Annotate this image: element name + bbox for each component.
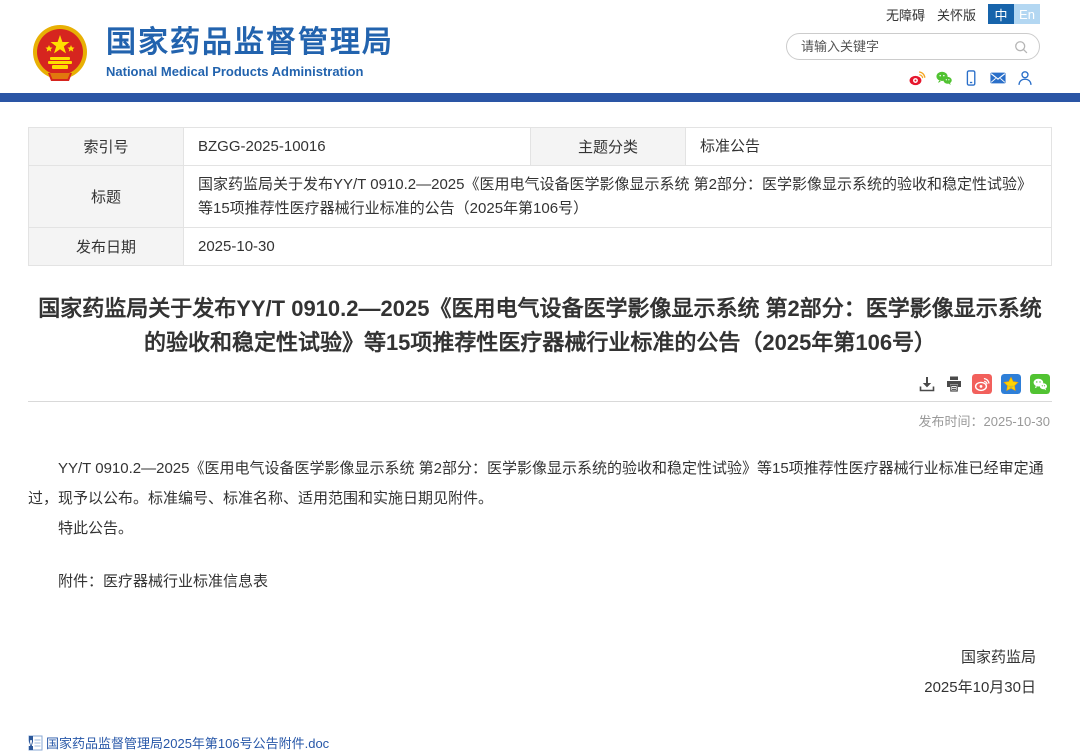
main-content: 索引号 BZGG-2025-10016 主题分类 标准公告 标题 国家药监局关于… (28, 127, 1052, 752)
publish-date-value: 2025-10-30 (184, 227, 1052, 265)
svg-text:W: W (28, 739, 35, 748)
topic-category-value: 标准公告 (686, 128, 1052, 166)
share-qzone-icon[interactable] (1001, 374, 1021, 394)
mail-icon[interactable] (989, 69, 1007, 87)
word-doc-icon: W (28, 735, 43, 751)
topic-category-label: 主题分类 (531, 128, 686, 166)
publish-date-label: 发布日期 (29, 227, 184, 265)
site-subtitle: National Medical Products Administration (106, 64, 394, 79)
document-info-table: 索引号 BZGG-2025-10016 主题分类 标准公告 标题 国家药监局关于… (28, 127, 1052, 266)
lang-zh-button[interactable]: 中 (988, 4, 1014, 24)
attachment-link-row: W 国家药品监督管理局2025年第106号公告附件.doc (28, 733, 1052, 752)
care-mode-link[interactable]: 关怀版 (937, 5, 976, 24)
index-number-label: 索引号 (29, 128, 184, 166)
weibo-icon[interactable] (908, 69, 926, 87)
article-toolbar (28, 374, 1052, 394)
share-weibo-icon[interactable] (972, 374, 992, 394)
site-title-block: 国家药品监督管理局 National Medical Products Admi… (106, 26, 394, 79)
signature-block: 国家药监局 2025年10月30日 (28, 643, 1052, 703)
table-row: 索引号 BZGG-2025-10016 主题分类 标准公告 (29, 128, 1052, 166)
search-input[interactable] (801, 39, 1013, 54)
paragraph: YY/T 0910.2—2025《医用电气设备医学影像显示系统 第2部分：医学影… (28, 454, 1052, 514)
lang-en-button[interactable]: En (1014, 4, 1040, 24)
share-wechat-icon[interactable] (1030, 374, 1050, 394)
attachment-note: 附件：医疗器械行业标准信息表 (28, 570, 1052, 591)
user-icon[interactable] (1016, 69, 1034, 87)
paragraph: 特此公告。 (28, 514, 1052, 544)
attachment-download-link[interactable]: 国家药品监督管理局2025年第106号公告附件.doc (46, 733, 329, 752)
national-emblem-icon (28, 21, 92, 85)
index-number-value: BZGG-2025-10016 (184, 128, 531, 166)
divider (28, 401, 1052, 402)
search-box (786, 33, 1040, 60)
site-header: 国家药品监督管理局 National Medical Products Admi… (0, 0, 1080, 93)
nav-bar (0, 93, 1080, 102)
print-icon[interactable] (945, 375, 963, 393)
table-row: 标题 国家药监局关于发布YY/T 0910.2—2025《医用电气设备医学影像显… (29, 166, 1052, 228)
wechat-icon[interactable] (935, 69, 953, 87)
title-value: 国家药监局关于发布YY/T 0910.2—2025《医用电气设备医学影像显示系统… (184, 166, 1052, 228)
publish-time: 发布时间：2025-10-30 (28, 411, 1052, 430)
signature-org: 国家药监局 (28, 643, 1036, 673)
site-logo[interactable]: 国家药品监督管理局 National Medical Products Admi… (28, 12, 394, 93)
accessibility-link[interactable]: 无障碍 (886, 5, 925, 24)
language-toggle: 中 En (988, 4, 1040, 24)
top-links: 无障碍 关怀版 中 En (886, 4, 1040, 24)
publish-time-value: 2025-10-30 (984, 414, 1051, 429)
article-body: YY/T 0910.2—2025《医用电气设备医学影像显示系统 第2部分：医学影… (28, 454, 1052, 544)
signature-date: 2025年10月30日 (28, 673, 1036, 703)
site-title: 国家药品监督管理局 (106, 26, 394, 61)
header-right: 无障碍 关怀版 中 En (774, 0, 1040, 93)
page-title: 国家药监局关于发布YY/T 0910.2—2025《医用电气设备医学影像显示系统… (28, 292, 1052, 360)
download-icon[interactable] (918, 375, 936, 393)
publish-time-label: 发布时间： (918, 414, 983, 429)
table-row: 发布日期 2025-10-30 (29, 227, 1052, 265)
search-icon[interactable] (1013, 39, 1029, 55)
title-label: 标题 (29, 166, 184, 228)
social-icons (908, 69, 1040, 87)
mobile-icon[interactable] (962, 69, 980, 87)
